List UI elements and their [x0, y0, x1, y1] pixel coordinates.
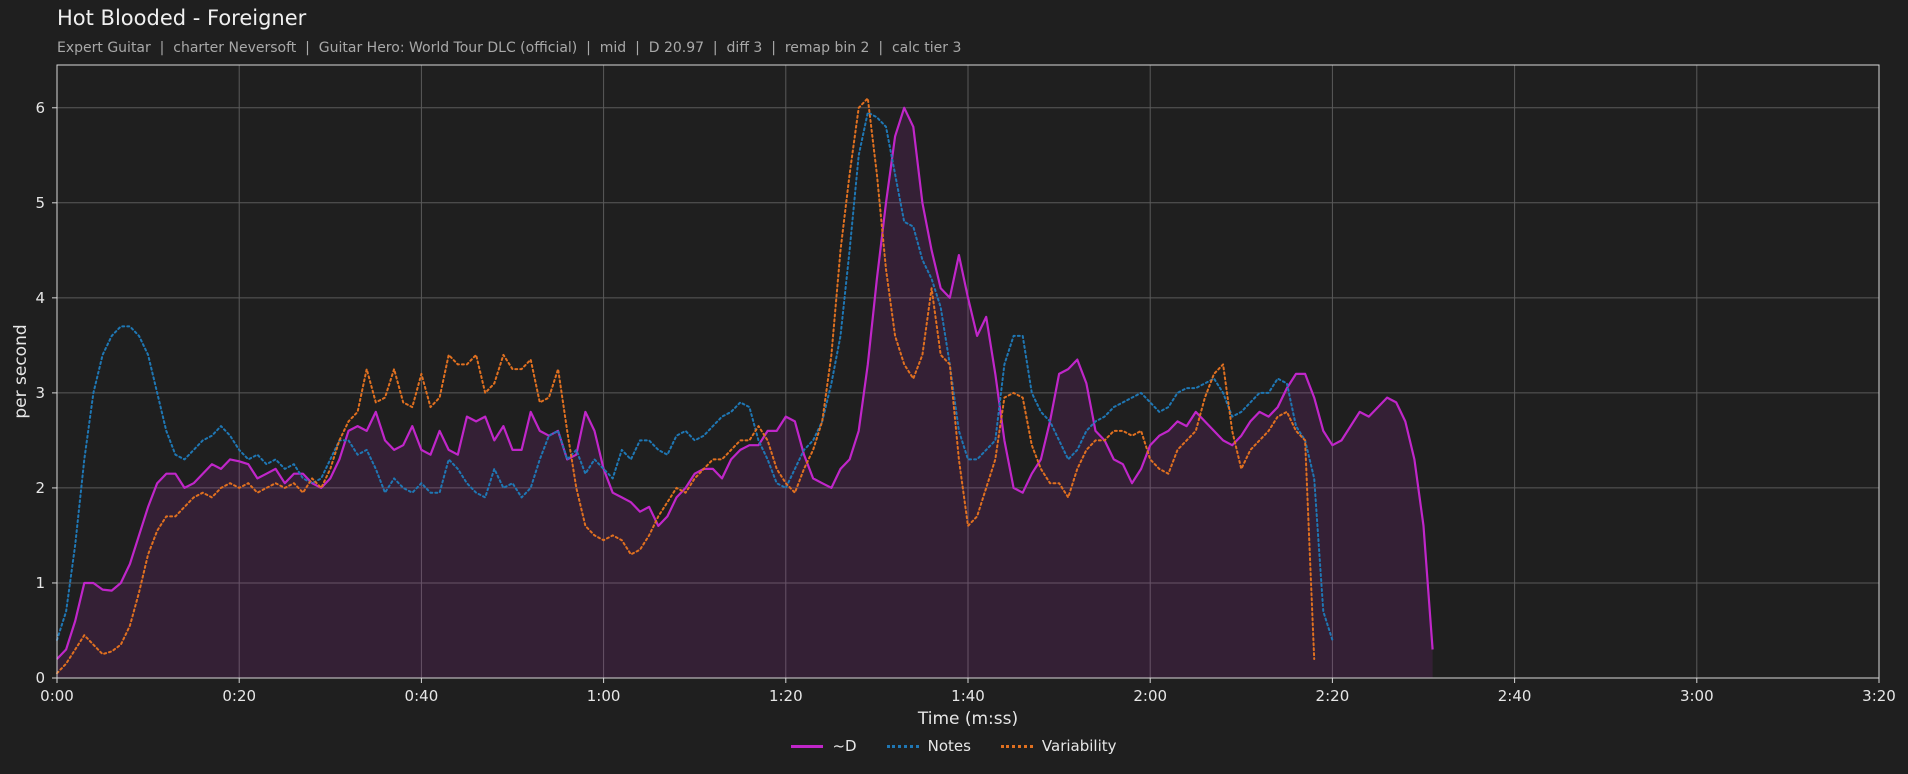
legend-item: Notes — [886, 737, 971, 755]
x-tick-label: 1:40 — [951, 687, 985, 705]
x-tick-label: 2:20 — [1316, 687, 1350, 705]
legend-item: Variability — [1000, 737, 1117, 755]
y-axis-label: per second — [11, 324, 31, 418]
y-tick-label: 5 — [35, 194, 45, 212]
y-tick-label: 1 — [35, 574, 45, 592]
x-axis-ticks: 0:00 0:20 0:40 1:00 1:20 1:40 2:00 2:20 2:40 3:00… — [40, 678, 1896, 705]
legend-swatch — [791, 744, 824, 748]
y-tick-label: 4 — [35, 289, 45, 307]
y-tick-label: 6 — [35, 99, 45, 117]
legend-swatch — [1000, 744, 1033, 748]
legend-label: ~D — [832, 737, 857, 755]
y-tick-label: 0 — [35, 669, 45, 687]
x-tick-label: 0:20 — [222, 687, 256, 705]
legend: ~D Notes Variability — [0, 737, 1908, 755]
x-tick-label: 2:40 — [1498, 687, 1532, 705]
legend-swatch — [886, 744, 919, 748]
x-tick-label: 3:20 — [1862, 687, 1896, 705]
legend-item: ~D — [791, 737, 857, 755]
y-tick-label: 3 — [35, 384, 45, 402]
x-tick-label: 0:00 — [40, 687, 74, 705]
x-tick-label: 3:00 — [1680, 687, 1714, 705]
x-tick-label: 0:40 — [405, 687, 439, 705]
x-tick-label: 1:00 — [587, 687, 621, 705]
legend-label: Variability — [1041, 737, 1117, 755]
y-axis-ticks: 0 1 2 3 4 5 6 — [35, 99, 57, 687]
legend-label: Notes — [927, 737, 971, 755]
x-axis-label: Time (m:ss) — [917, 709, 1018, 729]
x-tick-label: 2:00 — [1133, 687, 1167, 705]
x-tick-label: 1:20 — [769, 687, 803, 705]
chart-area: 0:00 0:20 0:40 1:00 1:20 1:40 2:00 2:20 2:40 3:00… — [11, 64, 1896, 729]
y-tick-label: 2 — [35, 479, 45, 497]
